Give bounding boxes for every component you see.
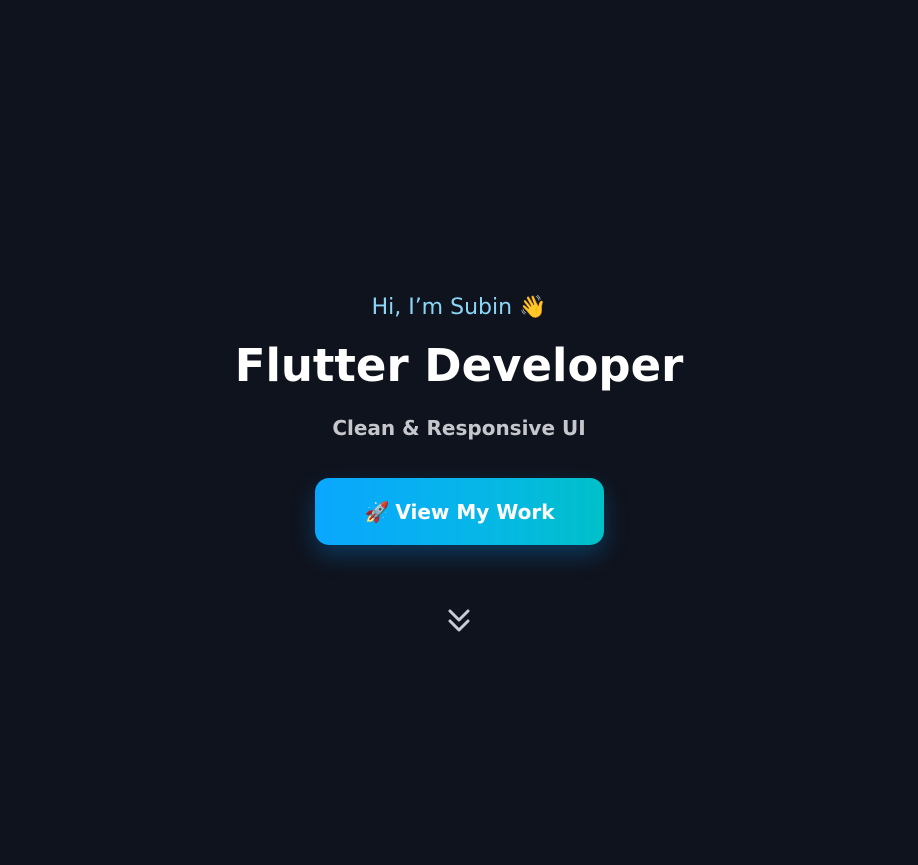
rocket-icon: 🚀 — [364, 499, 390, 524]
hero-section: Hi, I’m Subin 👋 Flutter Developer Clean … — [0, 0, 918, 865]
view-my-work-label: View My Work — [395, 499, 555, 524]
double-chevron-down-icon[interactable] — [446, 606, 472, 636]
page-title: Flutter Developer — [234, 339, 684, 392]
page: Hi, I’m Subin 👋 Flutter Developer Clean … — [0, 0, 918, 865]
subtitle-text: Clean & Responsive UI — [332, 416, 586, 440]
view-my-work-button[interactable]: 🚀 View My Work — [315, 478, 604, 545]
greeting-text: Hi, I’m Subin 👋 — [371, 295, 547, 320]
